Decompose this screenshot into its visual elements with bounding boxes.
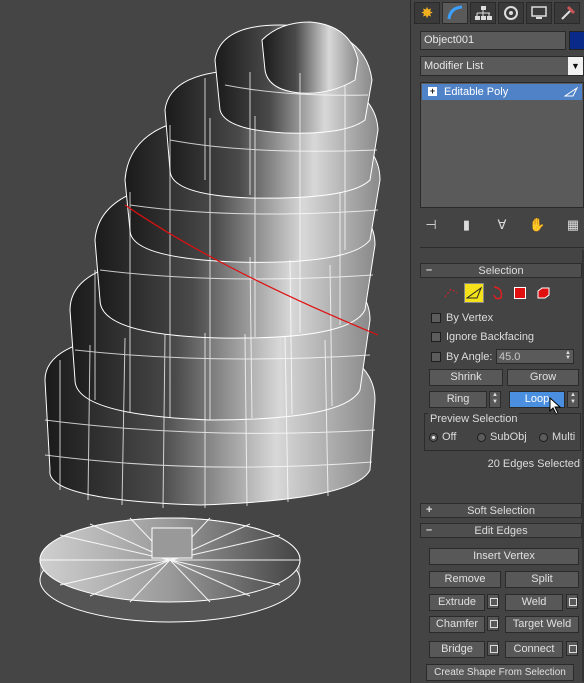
preview-selection-title: Preview Selection: [428, 413, 520, 425]
pin-stack-icon[interactable]: ⊣: [420, 215, 442, 235]
split-button[interactable]: Split: [505, 571, 579, 588]
remove-button[interactable]: Remove: [429, 571, 501, 588]
preview-multi-option[interactable]: Multi: [539, 431, 575, 443]
display-tab[interactable]: [526, 2, 552, 24]
by-angle-row[interactable]: By Angle:: [431, 350, 492, 364]
modify-arc-icon: [447, 5, 463, 20]
polygon-level-icon[interactable]: [510, 283, 530, 303]
object-color-swatch[interactable]: [569, 31, 584, 50]
connect-settings-icon[interactable]: [566, 641, 578, 656]
extrude-settings-icon[interactable]: [487, 594, 499, 609]
mesh-model: [39, 21, 381, 623]
motion-wheel-icon: [504, 6, 518, 20]
monitor-icon: [531, 6, 547, 19]
edge-level-icon[interactable]: [464, 283, 484, 303]
create-shape-button[interactable]: Create Shape From Selection: [426, 664, 574, 681]
stack-item-editable-poly[interactable]: + Editable Poly: [422, 84, 582, 100]
by-vertex-row[interactable]: By Vertex: [431, 311, 493, 325]
preview-subobj-radio[interactable]: [477, 432, 486, 442]
ring-spinner[interactable]: ▲ ▼: [489, 391, 501, 408]
element-level-icon[interactable]: [533, 283, 553, 303]
preview-subobj-label: SubObj: [490, 431, 527, 443]
modify-tab[interactable]: [442, 2, 468, 24]
stack-toolbar: ⊣ ▮ ∀ ✋ ▦: [420, 214, 584, 236]
preview-off-option[interactable]: Off: [429, 431, 456, 443]
preview-multi-label: Multi: [552, 431, 576, 443]
spinner-arrows-icon[interactable]: ▲ ▼: [564, 350, 572, 362]
configure-modifier-sets-icon[interactable]: ▦: [562, 215, 584, 235]
edit-edges-rollout-header[interactable]: – Edit Edges: [420, 523, 582, 538]
border-level-icon[interactable]: [487, 283, 507, 303]
preview-subobj-option[interactable]: SubObj: [477, 431, 527, 443]
weld-settings-icon[interactable]: [566, 594, 578, 609]
preview-selection-group: Preview Selection Off SubObj Multi: [424, 413, 581, 451]
ring-button[interactable]: Ring: [429, 391, 487, 408]
command-panel-tabs: ✸: [414, 2, 584, 26]
preview-off-label: Off: [442, 431, 457, 443]
hierarchy-tab[interactable]: [470, 2, 496, 24]
chevron-down-icon: ▼: [568, 57, 583, 75]
show-end-result-icon[interactable]: ▮: [456, 215, 478, 235]
ignore-backfacing-checkbox[interactable]: [431, 332, 441, 342]
make-unique-icon[interactable]: ∀: [491, 215, 513, 235]
chamfer-settings-icon[interactable]: [487, 616, 499, 631]
connect-button[interactable]: Connect: [505, 641, 563, 658]
angle-spinner[interactable]: 45.0 ▲ ▼: [496, 349, 574, 364]
loop-spinner[interactable]: ▲ ▼: [567, 391, 579, 408]
selection-title: Selection: [478, 265, 524, 277]
modifier-stack: + Editable Poly: [420, 82, 584, 208]
target-weld-button[interactable]: Target Weld: [505, 616, 579, 633]
hammer-icon: [561, 5, 576, 20]
edge-subobject-icon: [564, 86, 578, 97]
expand-icon[interactable]: +: [428, 87, 437, 96]
soft-selection-title: Soft Selection: [467, 505, 535, 517]
preview-multi-radio[interactable]: [539, 432, 548, 442]
motion-tab[interactable]: [498, 2, 524, 24]
by-angle-checkbox[interactable]: [431, 352, 441, 362]
insert-vertex-button[interactable]: Insert Vertex: [429, 548, 579, 565]
soft-selection-rollout-header[interactable]: + Soft Selection: [420, 503, 582, 518]
ignore-backfacing-label: Ignore Backfacing: [446, 331, 535, 343]
by-vertex-label: By Vertex: [446, 312, 494, 324]
modifier-list-dropdown[interactable]: Modifier List ▼: [420, 56, 584, 76]
vertex-level-icon[interactable]: [441, 283, 461, 303]
chamfer-button[interactable]: Chamfer: [429, 616, 485, 633]
subobject-level-icons: [441, 282, 566, 304]
by-angle-label: By Angle:: [446, 351, 493, 363]
weld-button[interactable]: Weld: [505, 594, 563, 611]
create-tab[interactable]: ✸: [414, 2, 440, 24]
by-vertex-checkbox[interactable]: [431, 313, 441, 323]
shrink-button[interactable]: Shrink: [429, 369, 503, 386]
remove-modifier-icon[interactable]: ✋: [527, 215, 549, 235]
bridge-settings-icon[interactable]: [487, 641, 499, 656]
hierarchy-icon: [475, 6, 492, 20]
object-name-field[interactable]: Object001: [420, 31, 566, 50]
bridge-button[interactable]: Bridge: [429, 641, 485, 658]
selection-rollout-header[interactable]: – Selection: [420, 263, 582, 278]
edit-edges-title: Edit Edges: [474, 525, 528, 537]
ignore-backfacing-row[interactable]: Ignore Backfacing: [431, 330, 534, 344]
preview-off-radio[interactable]: [429, 432, 438, 442]
divider: [420, 247, 584, 248]
utilities-tab[interactable]: [554, 2, 580, 24]
angle-value[interactable]: 45.0: [499, 351, 520, 363]
extrude-button[interactable]: Extrude: [429, 594, 485, 611]
stack-item-label: Editable Poly: [444, 86, 509, 98]
grow-button[interactable]: Grow: [507, 369, 579, 386]
perspective-viewport[interactable]: [0, 0, 410, 683]
sun-icon: ✸: [420, 5, 434, 22]
modifier-list-label: Modifier List: [424, 60, 484, 72]
command-panel: ✸ Object001 Modifier List ▼ + Editable P…: [410, 0, 584, 683]
selection-status: 20 Edges Selected: [487, 458, 580, 470]
